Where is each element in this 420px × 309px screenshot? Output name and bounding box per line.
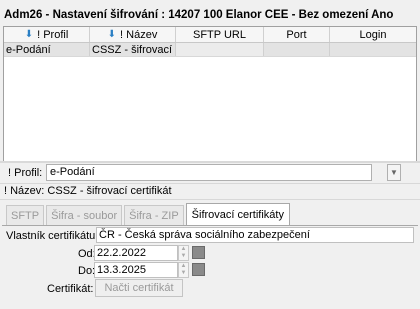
profil-label-text: ! Profil:	[8, 166, 43, 179]
cert-label: Certifikát:	[47, 282, 94, 295]
tab-sifrovaci-certifikaty[interactable]: Šifrovací certifikáty	[185, 203, 290, 225]
column-header-port[interactable]: Port	[264, 27, 330, 42]
cell-login[interactable]	[330, 43, 416, 56]
cert-label-wrap: Certifikát:	[47, 280, 93, 297]
sort-down-arrow-icon: ⬇	[107, 29, 117, 40]
splitter[interactable]	[0, 161, 420, 163]
calendar-icon[interactable]	[192, 263, 205, 276]
cell-profil[interactable]: e-Podání	[4, 43, 90, 56]
grid-header: ⬇ ! Profil ⬇ ! Název SFTP URL Port Login	[4, 27, 416, 43]
column-header-nazev[interactable]: ⬇ ! Název	[90, 27, 176, 42]
chevron-down-icon[interactable]: ▼	[387, 164, 401, 181]
tab-sifra-soubor[interactable]: Šifra - soubor	[46, 205, 123, 225]
from-date-stepper[interactable]: ▲ ▼	[178, 245, 189, 261]
column-header-label: Login	[359, 28, 387, 41]
to-date-stepper[interactable]: ▲ ▼	[178, 262, 189, 278]
cell-sftp-url[interactable]	[176, 43, 264, 56]
nazev-row: ! Název: CSSZ - šifrovací certifikát	[0, 183, 420, 200]
column-header-label: SFTP URL	[193, 28, 246, 41]
to-date-field[interactable]: 13.3.2025	[94, 262, 178, 278]
column-header-profil[interactable]: ⬇ ! Profil	[4, 27, 90, 42]
to-label: Do:	[78, 264, 96, 277]
cell-nazev[interactable]: CSSZ - šifrovací	[90, 43, 176, 56]
cell-port[interactable]	[264, 43, 330, 56]
column-header-label: ! Název	[120, 28, 158, 41]
from-date-field[interactable]: 22.2.2022	[94, 245, 178, 261]
owner-label: Vlastník certifikátu:	[6, 229, 99, 242]
column-header-label: Port	[286, 28, 307, 41]
column-header-login[interactable]: Login	[330, 27, 416, 42]
profil-combo[interactable]: e-Podání	[46, 164, 372, 181]
tab-sifra-zip[interactable]: Šifra - ZIP	[124, 205, 184, 225]
to-label-wrap: Do:	[78, 262, 95, 279]
profil-label: ! Profil:	[8, 164, 42, 181]
column-header-sftp-url[interactable]: SFTP URL	[176, 27, 264, 42]
tab-sftp[interactable]: SFTP	[6, 205, 45, 225]
nazev-label: ! Název:	[4, 185, 45, 197]
table-row[interactable]: e-Podání CSSZ - šifrovací	[4, 43, 416, 57]
load-certificate-button[interactable]: Načti certifikát	[95, 279, 183, 297]
calendar-icon[interactable]	[192, 246, 205, 259]
window-title: Adm26 - Nastavení šifrování : 14207 100 …	[0, 0, 420, 26]
owner-field[interactable]: ČR - Česká správa sociálního zabezpečení	[96, 227, 414, 243]
nazev-value[interactable]: CSSZ - šifrovací certifikát	[47, 185, 171, 197]
tab-bar: SFTP Šifra - soubor Šifra - ZIP Šifrovac…	[6, 203, 292, 225]
sort-down-arrow-icon: ⬇	[24, 29, 34, 40]
column-header-label: ! Profil	[37, 28, 69, 41]
owner-label-wrap: Vlastník certifikátu:	[6, 227, 98, 244]
profiles-grid[interactable]: ⬇ ! Profil ⬇ ! Název SFTP URL Port Login…	[3, 26, 417, 162]
